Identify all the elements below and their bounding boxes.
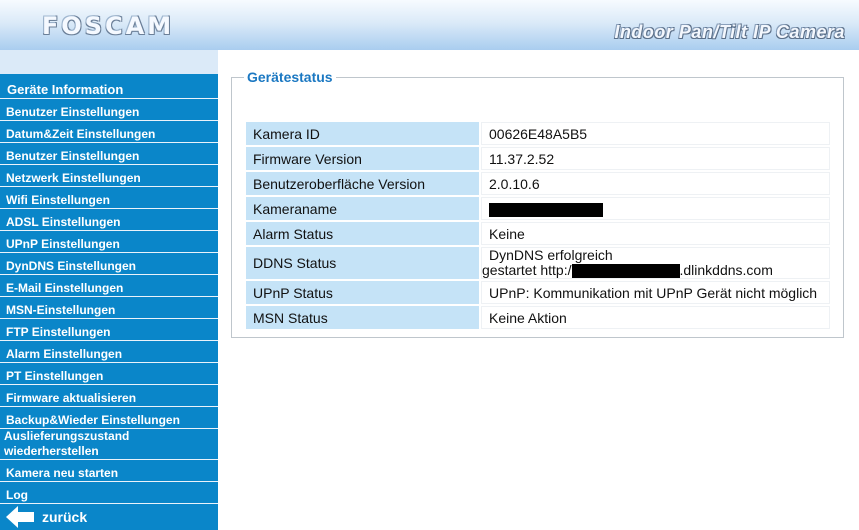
section-title: Gerätestatus [244,69,336,85]
sidebar-item-network-settings[interactable]: Netzwerk Einstellungen [0,165,218,187]
status-key: DDNS Status [246,247,479,280]
sidebar-item-user-settings[interactable]: Benutzer Einstellungen [0,99,218,121]
status-value: Keine Aktion [481,306,830,330]
sidebar-item-firmware-update[interactable]: Firmware aktualisieren [0,385,218,407]
status-key: Benutzeroberfläche Version [246,172,479,195]
sidebar-item-email-settings[interactable]: E-Mail Einstellungen [0,275,218,297]
status-value-ddns: DynDNS erfolgreich gestartet http:/ .dlin… [481,247,830,280]
back-label: zurück [42,509,88,525]
sidebar-item-msn-settings[interactable]: MSN-Einstellungen [0,297,218,319]
table-row: Alarm Status Keine [246,222,830,245]
status-value: 00626E48A5B5 [481,122,830,145]
sidebar-item-datetime-settings[interactable]: Datum&Zeit Einstellungen [0,121,218,143]
factory-reset-label-line1: Auslieferungszustand [4,429,130,443]
sidebar-item-wifi-settings[interactable]: Wifi Einstellungen [0,187,218,209]
table-row: Benutzeroberfläche Version 2.0.10.6 [246,172,830,195]
table-row: DDNS Status DynDNS erfolgreich gestartet… [246,247,830,280]
sidebar-item-adsl-settings[interactable]: ADSL Einstellungen [0,209,218,231]
status-value: 2.0.10.6 [481,172,830,195]
sidebar-item-upnp-settings[interactable]: UPnP Einstellungen [0,231,218,253]
factory-reset-label-line2: wiederherstellen [4,444,99,458]
sidebar-item-backup-restore[interactable]: Backup&Wieder Einstellungen [0,407,218,429]
sidebar-item-user-settings-2[interactable]: Benutzer Einstellungen [0,143,218,165]
status-key: Alarm Status [246,222,479,245]
sidebar-item-dyndns-settings[interactable]: DynDNS Einstellungen [0,253,218,275]
status-value: Keine [481,222,830,245]
back-button[interactable]: zurück [0,504,218,530]
ddns-line1: DynDNS erfolgreich [489,247,613,263]
sidebar-item-factory-reset[interactable]: Auslieferungszustand wiederherstellen [0,429,218,460]
table-row: Kamera ID 00626E48A5B5 [246,122,830,145]
sidebar-item-pt-settings[interactable]: PT Einstellungen [0,363,218,385]
arrow-left-icon [6,506,34,528]
sidebar-item-log[interactable]: Log [0,482,218,504]
status-value: UPnP: Kommunikation mit UPnP Gerät nicht… [481,281,830,305]
ddns-url-prefix: gestartet http:/ [482,262,572,278]
app-header: FOSCAM Indoor Pan/Tilt IP Camera [0,0,859,50]
status-key: MSN Status [246,306,479,330]
status-key: Firmware Version [246,147,479,170]
ddns-url-suffix: .dlinkddns.com [679,262,773,278]
table-row: Firmware Version 11.37.2.52 [246,147,830,170]
status-key: UPnP Status [246,281,479,305]
sidebar-item-reboot-camera[interactable]: Kamera neu starten [0,460,218,482]
device-status-table: Kamera ID 00626E48A5B5 Firmware Version … [244,120,832,331]
product-subtitle: Indoor Pan/Tilt IP Camera [614,22,845,42]
sidebar-item-ftp-settings[interactable]: FTP Einstellungen [0,319,218,341]
factory-reset-label: Auslieferungszustand wiederherstellen [4,429,129,459]
sidebar-item-alarm-settings[interactable]: Alarm Einstellungen [0,341,218,363]
status-value [481,197,830,220]
redacted-hostname [571,264,680,279]
status-value: 11.37.2.52 [481,147,830,170]
redacted-camera-name [489,202,603,217]
table-row: Kameraname [246,197,830,220]
status-key: Kamera ID [246,122,479,145]
sidebar-menu: Geräte Information Benutzer Einstellunge… [0,74,218,504]
table-row: MSN Status Keine Aktion [246,306,830,330]
table-row: UPnP Status UPnP: Kommunikation mit UPnP… [246,281,830,305]
status-key: Kameraname [246,197,479,220]
foscam-logo: FOSCAM [42,12,175,40]
ddns-line2: gestartet http:/ .dlinkddns.com [482,262,829,279]
sidebar-item-device-info[interactable]: Geräte Information [0,74,218,99]
